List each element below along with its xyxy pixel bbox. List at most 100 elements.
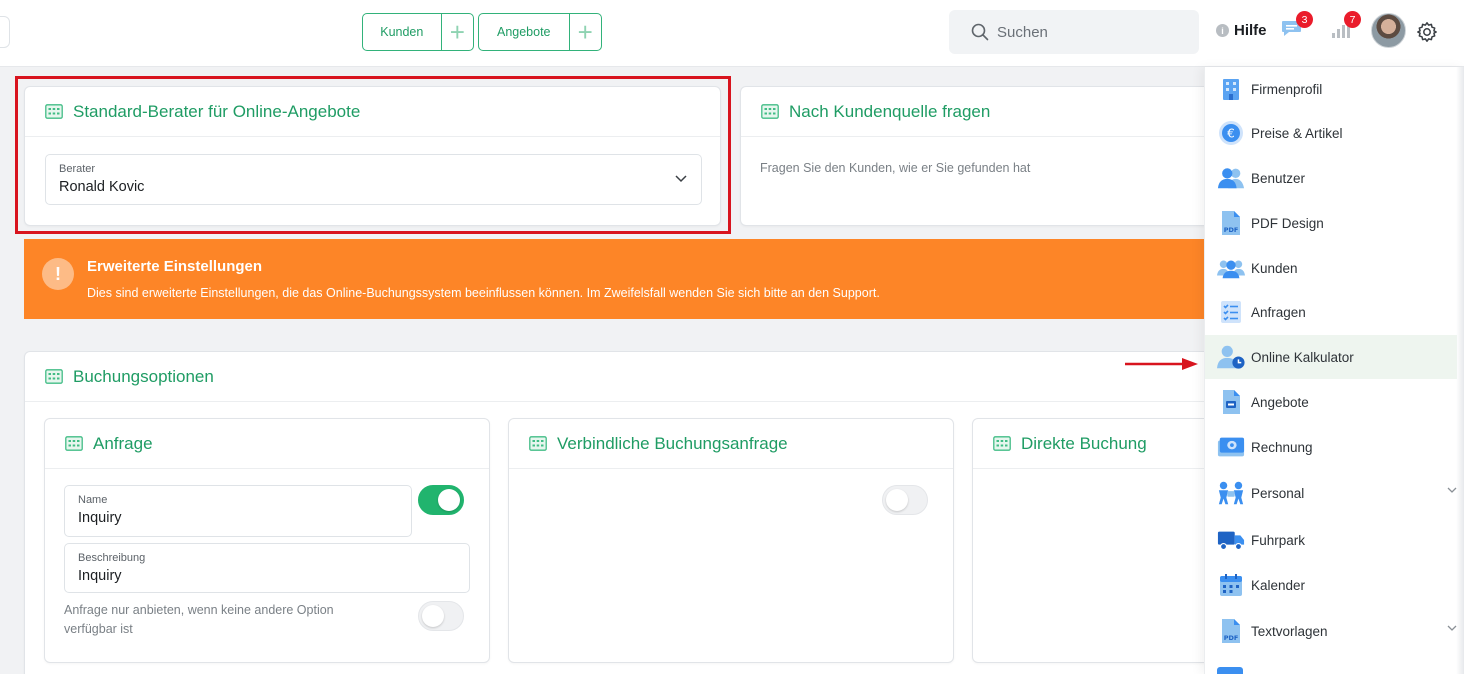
table-icon xyxy=(993,436,1011,451)
inquiry-only-if-none-toggle[interactable] xyxy=(418,601,464,631)
money-icon xyxy=(1217,433,1245,461)
messages-badge: 3 xyxy=(1296,11,1313,28)
menu-label: Rechnung xyxy=(1251,439,1313,455)
source-card-header: Nach Kundenquelle fragen xyxy=(741,87,1219,137)
table-icon xyxy=(529,436,547,451)
menu-label: Firmenprofil xyxy=(1251,81,1323,97)
menu-item-benutzer[interactable]: Benutzer xyxy=(1205,156,1457,200)
menu-label: Anfragen xyxy=(1251,304,1306,320)
menu-item-firmenprofil[interactable]: Firmenprofil xyxy=(1205,67,1457,111)
truck-icon xyxy=(1217,526,1245,554)
quick-kunden-label[interactable]: Kunden xyxy=(363,14,442,50)
menu-label: Kalender xyxy=(1251,577,1306,593)
stats-button[interactable]: 7 xyxy=(1331,11,1361,44)
menu-item-partial-icon xyxy=(1217,667,1243,674)
inquiry-description-value: Inquiry xyxy=(78,568,122,584)
table-icon xyxy=(45,369,63,384)
top-bar: Kunden + Angebote + Suchen i Hilfe 3 7 xyxy=(0,0,1464,67)
warning-description: Dies sind erweiterte Einstellungen, die … xyxy=(87,286,880,300)
info-icon: i xyxy=(1216,24,1229,37)
option-inquiry-title: Anfrage xyxy=(93,433,153,453)
menu-label: PDF Design xyxy=(1251,215,1324,231)
inquiry-enabled-toggle[interactable] xyxy=(418,485,464,515)
quick-add-angebote[interactable]: Angebote + xyxy=(478,13,602,51)
pdf-icon: PDF xyxy=(1217,209,1245,237)
menu-item-anfragen[interactable]: Anfragen xyxy=(1205,290,1457,334)
toggle-knob xyxy=(886,489,908,511)
advanced-settings-warning: ! Erweiterte Einstellungen Dies sind erw… xyxy=(24,239,1214,319)
menu-label: Angebote xyxy=(1251,394,1309,410)
menu-item-kalender[interactable]: Kalender xyxy=(1205,563,1457,607)
svg-text:PDF: PDF xyxy=(1224,634,1239,642)
highlight-frame xyxy=(15,76,731,234)
menu-item-pdf-design[interactable]: PDF PDF Design xyxy=(1205,201,1457,245)
option-direct-title: Direkte Buchung xyxy=(1021,433,1147,453)
binding-request-toggle[interactable] xyxy=(882,485,928,515)
customer-source-card: Nach Kundenquelle fragen Fragen Sie den … xyxy=(740,86,1220,226)
table-icon xyxy=(761,104,779,119)
source-card-title: Nach Kundenquelle fragen xyxy=(789,101,991,121)
menu-item-rechnung[interactable]: Rechnung xyxy=(1205,425,1457,469)
search-input[interactable]: Suchen xyxy=(949,10,1199,54)
booking-options-title: Buchungsoptionen xyxy=(73,366,214,386)
menu-item-personal[interactable]: Personal xyxy=(1205,471,1457,515)
warning-title: Erweiterte Einstellungen xyxy=(87,258,263,275)
help-label: Hilfe xyxy=(1234,22,1267,39)
menu-item-textvorlagen[interactable]: PDF Textvorlagen xyxy=(1205,609,1457,653)
menu-item-angebote[interactable]: Angebote xyxy=(1205,380,1457,424)
toggle-knob xyxy=(422,605,444,627)
customers-icon xyxy=(1217,254,1245,282)
option-binding-request-card: Verbindliche Buchungsanfrage xyxy=(508,418,954,663)
quick-add-kunden[interactable]: Kunden + xyxy=(362,13,474,51)
menu-item-preise-artikel[interactable]: € Preise & Artikel xyxy=(1205,111,1457,155)
chevron-down-icon[interactable] xyxy=(1447,625,1457,632)
menu-scroll-edge xyxy=(1456,67,1464,674)
document-icon xyxy=(1217,388,1245,416)
search-placeholder: Suchen xyxy=(997,23,1048,41)
inquiry-name-value: Inquiry xyxy=(78,510,122,526)
source-card-description: Fragen Sie den Kunden, wie er Sie gefund… xyxy=(760,161,1031,175)
option-binding-title: Verbindliche Buchungsanfrage xyxy=(557,433,788,453)
menu-item-fuhrpark[interactable]: Fuhrpark xyxy=(1205,518,1457,562)
menu-item-online-kalkulator[interactable]: Online Kalkulator xyxy=(1205,335,1457,379)
booking-options-header: Buchungsoptionen xyxy=(25,352,1223,402)
settings-button[interactable] xyxy=(1416,21,1438,48)
quick-angebote-label[interactable]: Angebote xyxy=(479,14,570,50)
user-clock-icon xyxy=(1217,343,1245,371)
menu-item-kunden[interactable]: Kunden xyxy=(1205,246,1457,290)
toggle-knob xyxy=(438,489,460,511)
option-binding-header: Verbindliche Buchungsanfrage xyxy=(509,419,953,469)
pdf-icon: PDF xyxy=(1217,617,1245,645)
table-icon xyxy=(65,436,83,451)
chevron-down-icon[interactable] xyxy=(1447,487,1457,494)
inquiry-name-field[interactable]: Name Inquiry xyxy=(64,485,412,537)
settings-menu: Firmenprofil € Preise & Artikel Benutzer… xyxy=(1204,67,1464,674)
sidebar-toggle-stub[interactable] xyxy=(0,16,10,48)
avatar[interactable] xyxy=(1371,13,1406,48)
euro-icon: € xyxy=(1217,119,1245,147)
help-link[interactable]: i Hilfe xyxy=(1216,22,1267,39)
annotation-arrow xyxy=(1125,358,1198,370)
plus-icon[interactable]: + xyxy=(570,14,601,50)
inquiry-description-field[interactable]: Beschreibung Inquiry xyxy=(64,543,470,593)
menu-label: Online Kalkulator xyxy=(1251,349,1354,365)
menu-label: Textvorlagen xyxy=(1251,623,1328,639)
messages-button[interactable]: 3 xyxy=(1281,11,1313,44)
search-icon xyxy=(971,23,989,41)
option-direct-booking-card: Direkte Buchung xyxy=(972,418,1232,663)
staff-icon xyxy=(1217,479,1245,507)
menu-label: Fuhrpark xyxy=(1251,532,1306,548)
calendar-icon xyxy=(1217,571,1245,599)
svg-text:PDF: PDF xyxy=(1224,226,1239,234)
menu-label: Kunden xyxy=(1251,260,1298,276)
option-inquiry-header: Anfrage xyxy=(45,419,489,469)
option-inquiry-card: Anfrage Name Inquiry Beschreibung Inquir… xyxy=(44,418,490,663)
exclamation-icon: ! xyxy=(42,258,74,290)
inquiry-name-label: Name xyxy=(78,494,108,506)
building-icon xyxy=(1217,75,1245,103)
svg-text:€: € xyxy=(1227,127,1235,141)
plus-icon[interactable]: + xyxy=(442,14,473,50)
inquiry-only-if-none-label: Anfrage nur anbieten, wenn keine andere … xyxy=(64,603,334,636)
inquiry-description-label: Beschreibung xyxy=(78,552,146,564)
users-icon xyxy=(1217,164,1245,192)
